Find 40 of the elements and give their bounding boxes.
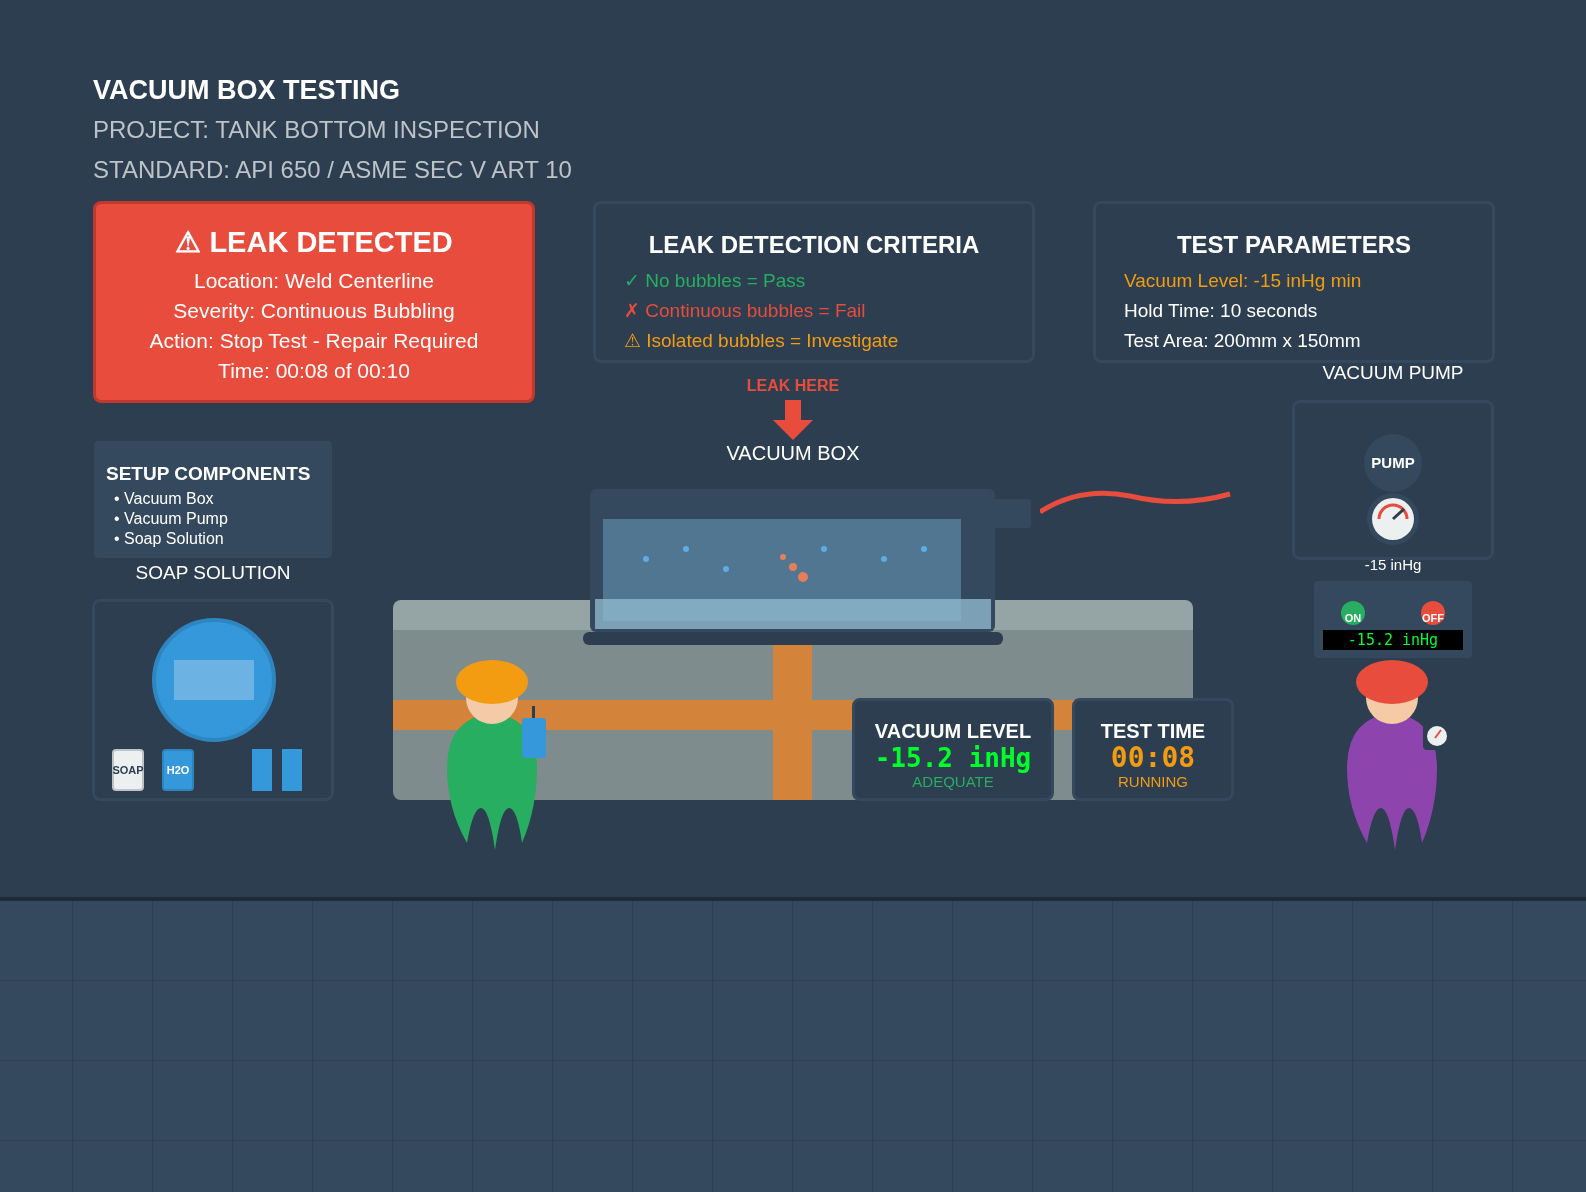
gauge-reading: -15 inHg	[1363, 555, 1423, 575]
criteria-item: ✓ No bubbles = Pass	[624, 269, 807, 293]
soap-label: SOAP SOLUTION	[134, 561, 292, 585]
on-button[interactable]: ON	[1341, 601, 1365, 625]
readout-value: -15.2 inHg	[874, 743, 1032, 773]
setup-title: SETUP COMPONENTS	[106, 462, 312, 486]
gauge-icon	[1366, 492, 1420, 546]
standard-name: STANDARD: API 650 / ASME SEC V ART 10	[93, 155, 573, 185]
soap-container: H2O	[162, 749, 194, 791]
alert-detail: Time: 00:08 of 00:10	[218, 358, 410, 384]
pump-label: VACUUM PUMP	[1321, 361, 1465, 385]
alert-detail: Action: Stop Test - Repair Required	[149, 328, 479, 354]
soap-bucket-icon	[152, 618, 276, 742]
soap-container: SOAP	[112, 749, 144, 791]
vacuum-box-label: VACUUM BOX	[725, 441, 861, 466]
readout-title: TEST TIME	[1100, 719, 1206, 743]
setup-item: • Vacuum Box	[113, 489, 215, 509]
setup-item: • Soap Solution	[113, 529, 225, 549]
alert-detail: Severity: Continuous Bubbling	[173, 298, 455, 324]
pressure-display: -15.2 inHg	[1323, 630, 1463, 650]
criteria-item: ⚠ Isolated bubbles = Investigate	[624, 329, 900, 353]
parameter-item: Vacuum Level: -15 inHg min	[1124, 269, 1363, 293]
project-name: PROJECT: TANK BOTTOM INSPECTION	[93, 115, 541, 145]
off-button[interactable]: OFF	[1421, 601, 1445, 625]
criteria-title: LEAK DETECTION CRITERIA	[647, 230, 981, 260]
leak-marker-label: LEAK HERE	[745, 376, 841, 396]
down-arrow-icon	[773, 400, 813, 440]
readout-status: RUNNING	[1118, 773, 1188, 791]
parameter-item: Test Area: 200mm x 150mm	[1124, 329, 1362, 353]
readout-status: ADEQUATE	[912, 773, 994, 791]
parameters-title: TEST PARAMETERS	[1175, 230, 1413, 260]
pump-badge: PUMP	[1364, 434, 1422, 492]
parameter-item: Hold Time: 10 seconds	[1124, 299, 1319, 323]
readout-value: 00:08	[1110, 743, 1196, 773]
setup-item: • Vacuum Pump	[113, 509, 229, 529]
criteria-item: ✗ Continuous bubbles = Fail	[624, 299, 867, 323]
alert-detail: Location: Weld Centerline	[193, 268, 435, 294]
page-title: VACUUM BOX TESTING	[93, 74, 401, 107]
readout-title: VACUUM LEVEL	[874, 719, 1032, 743]
alert-title: ⚠ LEAK DETECTED	[175, 225, 453, 260]
